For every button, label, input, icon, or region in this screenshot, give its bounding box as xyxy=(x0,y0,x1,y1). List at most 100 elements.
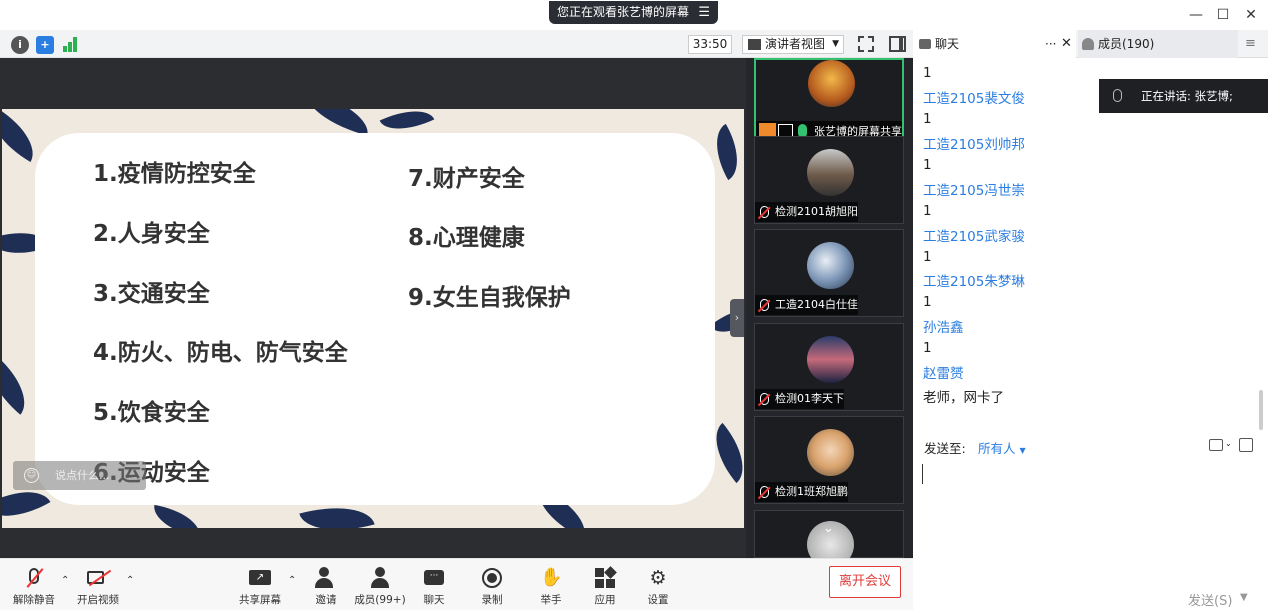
mic-muted-icon xyxy=(760,206,769,218)
unmute-label: 解除静音 xyxy=(13,594,55,606)
video-tile[interactable]: 工造2104白仕佳 xyxy=(754,229,904,317)
slide-item-9: 9.女生自我保护 xyxy=(408,285,571,311)
record-button[interactable]: 录制 xyxy=(462,567,522,607)
maximize-button[interactable]: ☐ xyxy=(1212,5,1234,25)
panel-menu-icon[interactable]: ≡ xyxy=(1245,36,1256,51)
chat-message-list: 1 工造2105裴文俊 1 工造2105刘帅邦 1 工造2105冯世崇 1 工造… xyxy=(913,58,1268,430)
chat-sender[interactable]: 赵雷赟 xyxy=(923,362,964,382)
collapse-panel-button[interactable]: › xyxy=(730,299,744,337)
slide-item-1: 1.疫情防控安全 xyxy=(93,161,256,187)
tab-chat-label: 聊天 xyxy=(935,37,960,51)
chevron-down-icon[interactable]: ⌄ xyxy=(1225,439,1232,448)
caret-down-icon: ▼ xyxy=(1019,446,1026,455)
danmaku-input[interactable]: ☺ 说点什么... xyxy=(13,461,146,490)
chat-sender[interactable]: 孙浩鑫 xyxy=(923,316,964,336)
more-icon[interactable]: ··· xyxy=(1045,30,1056,58)
send-to-value: 所有人 xyxy=(978,441,1016,456)
raise-hand-button[interactable]: ✋ 举手 xyxy=(521,567,581,607)
sidebar-toggle-icon[interactable] xyxy=(889,36,906,52)
signal-icon[interactable] xyxy=(63,37,79,52)
scroll-down-icon[interactable]: ⌄ xyxy=(823,521,834,536)
chat-scrollbar[interactable] xyxy=(1259,390,1263,430)
meeting-controls: 解除静音 ⌃ 开启视频 ⌃ ↗ 共享屏幕 ⌃ 邀请 成员(99+) ··· 聊天… xyxy=(0,558,913,610)
apps-grid-icon xyxy=(594,566,617,589)
close-icon[interactable]: ✕ xyxy=(1061,30,1072,58)
tile-label: 检测2101胡旭阳 xyxy=(755,202,858,222)
leave-meeting-button[interactable]: 离开会议 xyxy=(829,566,901,598)
slide-item-4: 4.防火、防电、防气安全 xyxy=(93,340,348,366)
menu-icon[interactable]: ☰ xyxy=(698,1,710,24)
chat-button[interactable]: ··· 聊天 xyxy=(404,567,464,607)
chevron-up-icon[interactable]: ⌃ xyxy=(126,575,134,586)
speaking-indicator: 正在讲话: 张艺博; xyxy=(1099,79,1268,113)
invite-button[interactable]: 邀请 xyxy=(296,567,356,607)
mic-muted-icon xyxy=(760,393,769,405)
screenshot-icon[interactable] xyxy=(1239,438,1253,452)
chat-message: 1 xyxy=(923,203,932,219)
settings-label: 设置 xyxy=(647,594,669,606)
members-button[interactable]: 成员(99+) xyxy=(350,567,410,607)
tile-label: 检测01李天下 xyxy=(755,389,844,409)
apps-button[interactable]: 应用 xyxy=(575,566,635,607)
tab-members[interactable]: 成员(190) xyxy=(1078,30,1238,58)
emoji-icon[interactable]: ☺ xyxy=(24,468,39,483)
speaking-text: 正在讲话: 张艺博; xyxy=(1141,89,1233,103)
view-mode-select[interactable]: 演讲者视图 ▼ xyxy=(742,35,844,54)
viewing-banner-text: 您正在观看张艺博的屏幕 xyxy=(557,5,690,19)
shield-icon[interactable]: + xyxy=(36,36,54,54)
settings-button[interactable]: ⚙ 设置 xyxy=(628,567,688,607)
video-tile[interactable]: ⌄ xyxy=(754,510,904,568)
close-window-button[interactable]: ✕ xyxy=(1240,5,1262,25)
chat-input[interactable] xyxy=(913,460,1268,580)
send-to-row: 发送至: 所有人 ▼ ⌄ xyxy=(913,430,1268,460)
start-video-button[interactable]: 开启视频 xyxy=(68,567,128,607)
info-icon[interactable]: i xyxy=(11,36,29,54)
share-screen-button[interactable]: ↗ 共享屏幕 xyxy=(230,567,290,607)
slide-item-5: 5.饮食安全 xyxy=(93,400,210,426)
slide-item-3: 3.交通安全 xyxy=(93,281,210,307)
slide-item-8: 8.心理健康 xyxy=(408,225,525,251)
avatar xyxy=(807,429,854,476)
video-off-icon xyxy=(87,567,112,589)
share-screen-label: 共享屏幕 xyxy=(239,594,281,606)
meeting-timer: 33:50 xyxy=(688,35,732,54)
tile-name: 检测1班郑旭鹏 xyxy=(775,485,848,498)
unmute-button[interactable]: 解除静音 xyxy=(4,567,64,607)
chat-sender[interactable]: 工造2105刘帅邦 xyxy=(923,133,1025,153)
chat-sender[interactable]: 工造2105朱梦琳 xyxy=(923,270,1025,290)
video-tile[interactable]: 检测1班郑旭鹏 xyxy=(754,416,904,504)
chevron-down-icon[interactable]: ▼ xyxy=(1240,592,1248,603)
chat-label: 聊天 xyxy=(423,594,445,606)
video-strip: 张艺博的屏幕共享 检测2101胡旭阳 工造2104白仕佳 检测01李天下 检测1… xyxy=(746,58,913,568)
apps-label: 应用 xyxy=(594,594,616,606)
send-to-select[interactable]: 所有人 ▼ xyxy=(978,438,1026,457)
chat-sender[interactable]: 工造2105冯世崇 xyxy=(923,179,1025,199)
tab-chat[interactable]: 聊天 ··· ✕ xyxy=(913,30,1076,58)
share-screen-icon: ↗ xyxy=(249,567,271,589)
send-button[interactable]: 发送(S) xyxy=(1188,590,1232,609)
video-tile[interactable]: 检测2101胡旭阳 xyxy=(754,136,904,224)
members-icon xyxy=(369,567,391,589)
video-tile[interactable]: 检测01李天下 xyxy=(754,323,904,411)
record-icon xyxy=(481,567,503,589)
mic-muted-icon xyxy=(1113,89,1122,102)
invite-label: 邀请 xyxy=(315,594,337,606)
fullscreen-icon[interactable] xyxy=(858,36,874,52)
chat-sender[interactable]: 工造2105武家骏 xyxy=(923,225,1025,245)
folder-icon[interactable] xyxy=(1209,439,1223,451)
start-video-label: 开启视频 xyxy=(77,594,119,606)
minimize-button[interactable]: — xyxy=(1185,5,1207,25)
chat-bubble-icon xyxy=(919,39,931,49)
video-tile-share[interactable]: 张艺博的屏幕共享 xyxy=(754,58,904,146)
danmaku-placeholder: 说点什么... xyxy=(55,469,110,482)
tile-label: 检测1班郑旭鹏 xyxy=(755,482,848,502)
slide-item-2: 2.人身安全 xyxy=(93,221,210,247)
chat-bubble-icon: ··· xyxy=(423,567,445,589)
chat-sender[interactable]: 工造2105裴文俊 xyxy=(923,87,1025,107)
person-icon xyxy=(1082,38,1094,50)
tile-label: 工造2104白仕佳 xyxy=(755,295,858,315)
gear-icon: ⚙ xyxy=(649,567,667,589)
avatar xyxy=(807,149,854,196)
raise-hand-label: 举手 xyxy=(540,594,562,606)
chat-message: 1 xyxy=(923,294,932,310)
